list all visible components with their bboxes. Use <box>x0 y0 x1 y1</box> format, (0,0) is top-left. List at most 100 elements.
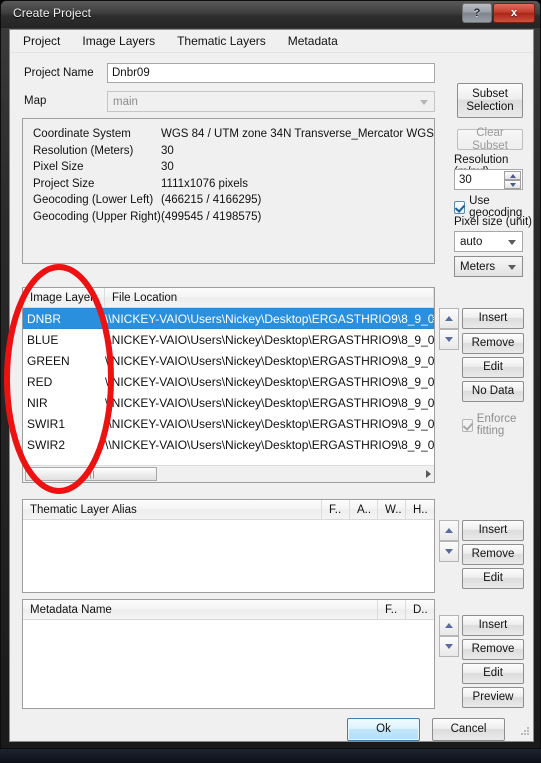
resolution-input[interactable]: 30 <box>454 169 523 190</box>
metadata-edit-button[interactable]: Edit <box>462 663 524 684</box>
triangle-up-icon <box>509 173 516 178</box>
column-header-thematic-f[interactable]: F.. <box>322 500 350 519</box>
enforce-fitting-checkbox[interactable]: Enforce fitting <box>462 413 533 437</box>
column-header-thematic-h[interactable]: H.. <box>406 500 434 519</box>
scroll-right-arrow-icon[interactable] <box>426 470 431 478</box>
info-row: Geocoding (Lower Left) (466215 / 4166295… <box>33 192 434 209</box>
menu-thematic-layers[interactable]: Thematic Layers <box>168 31 275 51</box>
check-icon <box>462 419 474 431</box>
help-button[interactable]: ? <box>462 3 492 23</box>
info-row: Project Size 1111x1076 pixels <box>33 176 434 193</box>
metadata-preview-button[interactable]: Preview <box>462 687 524 708</box>
thematic-layers-listview[interactable]: Thematic Layer Alias F.. A.. W.. H.. <box>22 499 435 593</box>
thematic-remove-button[interactable]: Remove <box>462 544 524 565</box>
cell-file-location: \\NICKEY-VAIO\Users\Nickey\Desktop\ERGAS… <box>105 311 434 326</box>
info-row: Pixel Size 30 <box>33 159 434 176</box>
move-down-button[interactable] <box>439 636 459 657</box>
thematic-layers-reorder-arrows <box>439 520 459 562</box>
grip-icon: ||| <box>86 469 96 479</box>
cell-image-layer: NIR <box>27 395 48 410</box>
resolution-spinner-down[interactable] <box>504 180 521 189</box>
triangle-down-icon <box>445 549 453 554</box>
menu-project[interactable]: Project <box>14 31 69 51</box>
triangle-down-icon <box>445 644 453 649</box>
info-key: Resolution (Meters) <box>33 144 134 157</box>
close-button[interactable]: x <box>493 3 535 23</box>
dialog-client-area: Project Image Layers Thematic Layers Met… <box>9 29 534 742</box>
image-layers-header: Image Layer File Location <box>23 288 434 308</box>
move-up-button[interactable] <box>439 615 459 636</box>
table-row[interactable]: NIR \\NICKEY-VAIO\Users\Nickey\Desktop\E… <box>23 392 434 413</box>
unit-combobox[interactable]: Meters <box>454 256 523 277</box>
thematic-edit-button[interactable]: Edit <box>462 568 524 589</box>
image-remove-button[interactable]: Remove <box>462 333 524 354</box>
window-button-group: ? x <box>461 3 535 23</box>
table-row[interactable]: BLUE \\NICKEY-VAIO\Users\Nickey\Desktop\… <box>23 329 434 350</box>
triangle-down-icon <box>445 337 453 342</box>
checkbox-box <box>462 418 474 432</box>
scrollbar-thumb[interactable]: ||| <box>25 467 157 481</box>
metadata-insert-button[interactable]: Insert <box>462 615 524 636</box>
resolution-value: 30 <box>459 173 472 186</box>
column-header-thematic-a[interactable]: A.. <box>350 500 378 519</box>
triangle-down-icon <box>509 182 516 187</box>
metadata-listview[interactable]: Metadata Name F.. D.. <box>22 599 435 709</box>
triangle-up-icon <box>445 316 453 321</box>
image-edit-button[interactable]: Edit <box>462 357 524 378</box>
checkbox-box <box>454 200 466 214</box>
table-row[interactable]: DNBR \\NICKEY-VAIO\Users\Nickey\Desktop\… <box>23 308 434 329</box>
image-no-data-button[interactable]: No Data <box>462 381 524 402</box>
info-key: Geocoding (Upper Right) <box>33 210 161 223</box>
column-header-thematic-alias[interactable]: Thematic Layer Alias <box>23 500 322 519</box>
subset-selection-line1: Subset <box>472 87 508 100</box>
info-key: Project Size <box>33 177 95 190</box>
image-layers-listview[interactable]: Image Layer File Location DNBR \\NICKEY-… <box>22 287 435 483</box>
info-row: Coordinate System WGS 84 / UTM zone 34N … <box>33 126 434 143</box>
cell-image-layer: RED <box>27 374 53 389</box>
cell-image-layer: SWIR1 <box>27 416 66 431</box>
map-combobox-value: main <box>113 95 138 108</box>
thematic-insert-button[interactable]: Insert <box>462 520 524 541</box>
table-row[interactable]: SWIR2 \\NICKEY-VAIO\Users\Nickey\Desktop… <box>23 434 434 455</box>
cell-file-location: \\NICKEY-VAIO\Users\Nickey\Desktop\ERGAS… <box>105 332 434 347</box>
project-name-input[interactable]: Dnbr09 <box>107 63 435 83</box>
ok-button[interactable]: Ok <box>347 718 420 741</box>
menu-metadata[interactable]: Metadata <box>279 31 347 51</box>
resize-grip-icon[interactable] <box>518 726 530 738</box>
column-header-thematic-w[interactable]: W.. <box>378 500 406 519</box>
move-up-button[interactable] <box>439 520 459 541</box>
pixel-size-unit-combobox[interactable]: auto <box>454 231 523 252</box>
column-header-image-layer[interactable]: Image Layer <box>23 288 105 307</box>
cancel-button[interactable]: Cancel <box>432 718 505 741</box>
menu-image-layers[interactable]: Image Layers <box>73 31 164 51</box>
image-layers-horizontal-scrollbar[interactable]: ||| <box>23 465 434 482</box>
triangle-up-icon <box>445 623 453 628</box>
project-name-label: Project Name <box>24 67 94 79</box>
clear-subset-button[interactable]: Clear Subset <box>457 127 523 152</box>
table-row[interactable]: SWIR1 \\NICKEY-VAIO\Users\Nickey\Desktop… <box>23 413 434 434</box>
metadata-remove-button[interactable]: Remove <box>462 639 524 660</box>
pixel-size-unit-label: Pixel size (unit) <box>454 216 532 228</box>
info-value: 30 <box>161 161 174 173</box>
info-key: Coordinate System <box>33 128 131 140</box>
image-insert-button[interactable]: Insert <box>462 308 524 329</box>
map-combobox[interactable]: main <box>107 91 435 112</box>
chevron-down-icon <box>508 264 516 270</box>
subset-selection-button[interactable]: Subset Selection <box>457 83 523 118</box>
triangle-up-icon <box>445 528 453 533</box>
move-up-button[interactable] <box>439 308 459 329</box>
menubar: Project Image Layers Thematic Layers Met… <box>10 30 533 53</box>
move-down-button[interactable] <box>439 329 459 350</box>
window-title: Create Project <box>13 6 92 20</box>
column-header-metadata-d[interactable]: D.. <box>406 600 434 619</box>
resolution-spinner-up[interactable] <box>504 171 521 180</box>
column-header-file-location[interactable]: File Location <box>105 288 434 307</box>
column-header-metadata-f[interactable]: F.. <box>378 600 406 619</box>
cell-image-layer: DNBR <box>27 311 62 326</box>
table-row[interactable]: GREEN \\NICKEY-VAIO\Users\Nickey\Desktop… <box>23 350 434 371</box>
column-header-metadata-name[interactable]: Metadata Name <box>23 600 378 619</box>
table-row[interactable]: RED \\NICKEY-VAIO\Users\Nickey\Desktop\E… <box>23 371 434 392</box>
info-value: (499545 / 4198575) <box>161 210 262 223</box>
desktop-background <box>0 749 541 763</box>
move-down-button[interactable] <box>439 541 459 562</box>
